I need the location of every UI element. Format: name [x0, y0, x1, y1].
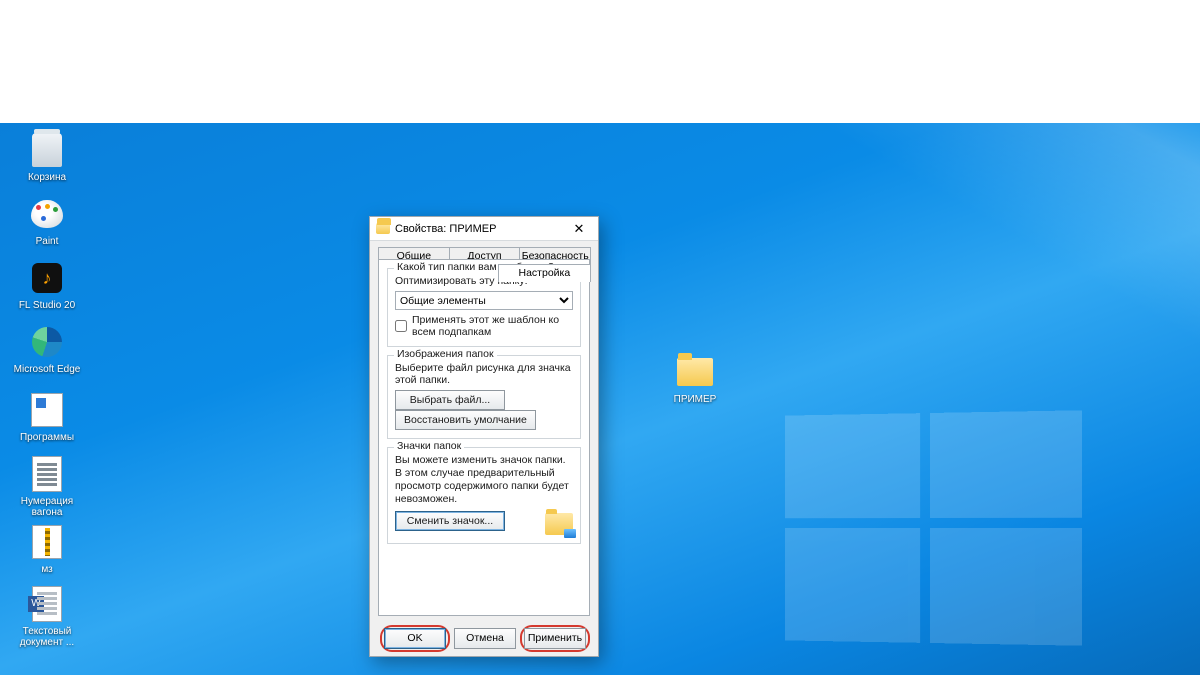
hint-text: Выберите файл рисунка для значка этой па… — [395, 362, 573, 386]
desktop-icon-paint[interactable]: Paint — [12, 195, 82, 247]
dialog-title: Свойства: ПРИМЕР — [395, 223, 564, 235]
group-legend: Изображения папок — [394, 348, 497, 360]
tab-customize[interactable]: Настройка — [498, 264, 591, 282]
desktop-icon-text-doc[interactable]: Текстовый документ ... — [12, 585, 82, 648]
recycle-bin-icon — [28, 131, 66, 169]
dialog-titlebar[interactable]: Свойства: ПРИМЕР ✕ — [370, 217, 598, 241]
windows-desktop[interactable]: Корзина Paint ♪ FL Studio 20 Microsoft E… — [0, 123, 1200, 675]
change-icon-button[interactable]: Сменить значок... — [395, 511, 505, 531]
text-file-icon — [28, 455, 66, 493]
desktop-icon-recycle-bin[interactable]: Корзина — [12, 131, 82, 183]
icon-label: Microsoft Edge — [12, 364, 82, 375]
edge-icon — [28, 323, 66, 361]
dialog-button-row: OK Отмена Применить — [370, 620, 598, 656]
restore-default-button[interactable]: Восстановить умолчание — [395, 410, 536, 430]
checkbox-input[interactable] — [395, 320, 407, 332]
icon-label: мз — [12, 564, 82, 575]
folder-icon-preview — [545, 513, 573, 535]
group-folder-pictures: Изображения папок Выберите файл рисунка … — [387, 355, 581, 439]
highlight-ring-ok: OK — [380, 625, 450, 652]
folder-icon — [376, 223, 390, 235]
close-button[interactable]: ✕ — [564, 218, 594, 240]
shortcut-icon — [28, 391, 66, 429]
docx-icon — [28, 585, 66, 623]
ok-button[interactable]: OK — [384, 628, 446, 649]
checkbox-label: Применять этот же шаблон ко всем подпапк… — [412, 314, 573, 338]
hint-text: Вы можете изменить значок папки. В этом … — [395, 454, 573, 507]
icon-label: Программы — [12, 432, 82, 443]
desktop-icon-mz[interactable]: мз — [12, 523, 82, 575]
icon-label: FL Studio 20 — [12, 300, 82, 311]
desktop-icon-edge[interactable]: Microsoft Edge — [12, 323, 82, 375]
desktop-icon-programs[interactable]: Программы — [12, 391, 82, 443]
properties-dialog[interactable]: Свойства: ПРИМЕР ✕ Общие Доступ Безопасн… — [369, 216, 599, 657]
icon-label: Нумерация вагона — [12, 496, 82, 518]
optimize-select[interactable]: Общие элементы — [395, 291, 573, 310]
icon-label: Корзина — [12, 172, 82, 183]
desktop-icon-numbering[interactable]: Нумерация вагона — [12, 455, 82, 518]
icon-label: ПРИМЕР — [660, 394, 730, 405]
desktop-icon-fl-studio[interactable]: ♪ FL Studio 20 — [12, 259, 82, 311]
apply-button[interactable]: Применить — [524, 628, 586, 649]
group-legend: Значки папок — [394, 440, 464, 452]
apply-subfolders-checkbox[interactable]: Применять этот же шаблон ко всем подпапк… — [395, 314, 573, 338]
choose-file-button[interactable]: Выбрать файл... — [395, 390, 505, 410]
icon-label: Paint — [12, 236, 82, 247]
desktop-icon-example[interactable]: ПРИМЕР — [660, 353, 730, 405]
windows-logo — [785, 410, 1082, 645]
top-whitespace — [0, 0, 1200, 123]
archive-icon — [28, 523, 66, 561]
dialog-panel: Какой тип папки вам требуется? Оптимизир… — [378, 259, 590, 616]
highlight-ring-apply: Применить — [520, 625, 590, 652]
folder-icon — [676, 353, 714, 391]
cancel-button[interactable]: Отмена — [454, 628, 516, 649]
group-folder-icons: Значки папок Вы можете изменить значок п… — [387, 447, 581, 544]
paint-icon — [28, 195, 66, 233]
fl-studio-icon: ♪ — [28, 259, 66, 297]
icon-label: Текстовый документ ... — [12, 626, 82, 648]
